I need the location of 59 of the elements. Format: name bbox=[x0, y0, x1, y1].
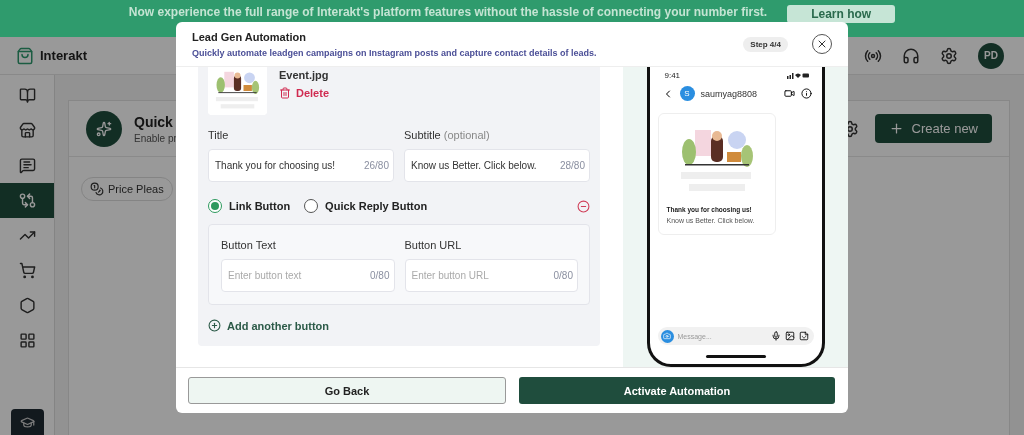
banner-text: Now experience the full range of Interakt's platform features without the hassle of connecting your number first. bbox=[128, 5, 768, 19]
cart-icon bbox=[18, 262, 36, 279]
char-counter: 0/80 bbox=[370, 270, 390, 281]
user-avatar: S bbox=[679, 86, 695, 101]
minus-icon bbox=[577, 199, 590, 213]
char-counter: 26/80 bbox=[363, 160, 389, 171]
camera-button[interactable] bbox=[660, 329, 674, 343]
learning-button[interactable] bbox=[10, 409, 44, 435]
field-label: Subtitle (optional) bbox=[404, 129, 491, 141]
image-icon[interactable] bbox=[784, 331, 795, 341]
activate-button[interactable]: Activate Automation bbox=[519, 377, 835, 404]
sparkles-icon bbox=[96, 120, 112, 137]
grid-icon bbox=[18, 332, 36, 349]
char-counter: 0/80 bbox=[553, 270, 573, 281]
graduation-cap-icon bbox=[19, 414, 35, 430]
create-new-button[interactable]: Create new bbox=[874, 114, 992, 143]
info-icon[interactable] bbox=[800, 88, 812, 99]
mic-icon[interactable] bbox=[770, 331, 781, 341]
close-button[interactable] bbox=[812, 34, 832, 54]
sidebar-item[interactable] bbox=[0, 183, 54, 218]
brand-name: Interakt bbox=[40, 48, 87, 63]
home-indicator bbox=[705, 355, 766, 358]
hexagon-icon bbox=[18, 297, 36, 314]
modal-subtitle: Quickly automate leadgen campaigns on Instagram posts and capture contact details of leads. bbox=[192, 47, 597, 58]
delete-button[interactable]: Delete bbox=[279, 87, 330, 99]
video-icon[interactable] bbox=[783, 88, 795, 99]
remove-button[interactable] bbox=[577, 199, 590, 213]
card-subtitle: Enable pr bbox=[134, 132, 177, 144]
step-badge: Step 4/4 bbox=[743, 36, 788, 52]
store-icon bbox=[18, 122, 36, 139]
flow-icon bbox=[18, 192, 36, 209]
coins-icon bbox=[90, 182, 104, 196]
char-counter: 28/80 bbox=[559, 160, 585, 171]
trash-icon bbox=[279, 87, 291, 99]
camera-icon bbox=[663, 332, 671, 340]
file-name: Event.jpg bbox=[279, 69, 330, 81]
logo-icon bbox=[16, 46, 34, 65]
settings-icon[interactable] bbox=[940, 46, 958, 65]
plus-icon bbox=[208, 319, 221, 332]
go-back-button[interactable]: Go Back bbox=[188, 377, 506, 404]
chat-icon bbox=[18, 157, 36, 174]
field-label: Title bbox=[208, 129, 230, 141]
status-icons bbox=[786, 72, 809, 79]
user-avatar[interactable]: PD bbox=[978, 42, 1004, 69]
plus-icon bbox=[888, 121, 904, 136]
close-icon bbox=[816, 38, 828, 50]
add-button[interactable]: Add another button bbox=[208, 319, 330, 332]
username: saumyag8808 bbox=[700, 88, 759, 99]
card-title: Quick bbox=[134, 113, 174, 130]
headset-icon[interactable] bbox=[902, 46, 920, 65]
sticker-icon[interactable] bbox=[798, 331, 809, 341]
radio-option[interactable]: Quick Reply Button bbox=[304, 199, 428, 213]
status-time: 9:41 bbox=[664, 71, 681, 80]
modal-title: Lead Gen Automation bbox=[192, 30, 307, 43]
learn-how-button[interactable]: Learn how bbox=[787, 5, 896, 23]
book-icon bbox=[18, 87, 36, 104]
field-label: Button Text bbox=[221, 239, 277, 251]
radio-option[interactable]: Link Button bbox=[208, 199, 291, 213]
field-label: Button URL bbox=[404, 239, 463, 251]
